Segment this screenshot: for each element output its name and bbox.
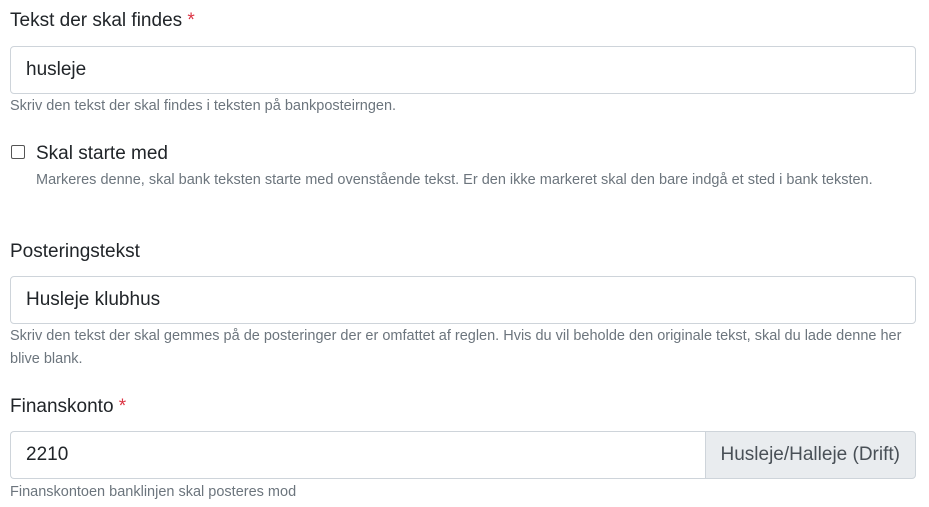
search-text-help: Skriv den tekst der skal findes i tekste…	[10, 98, 397, 114]
starts-with-label[interactable]: Skal starte med	[36, 142, 906, 166]
posting-text-help: Skriv den tekst der skal gemmes på de po…	[10, 328, 902, 367]
required-mark: *	[118, 396, 127, 417]
finance-account-help: Finanskontoen banklinjen skal posteres m…	[10, 484, 297, 500]
posting-text-input[interactable]	[10, 276, 916, 324]
finance-account-group: Finanskonto * Husleje/Halleje (Drift) Fi…	[10, 395, 916, 504]
required-mark: *	[187, 10, 195, 31]
finance-account-name: Husleje/Halleje (Drift)	[704, 431, 916, 479]
search-text-label: Tekst der skal findes *	[10, 10, 195, 31]
starts-with-help: Markeres denne, skal bank teksten starte…	[36, 172, 873, 188]
search-text-input[interactable]	[10, 46, 916, 94]
finance-account-input[interactable]	[10, 431, 705, 479]
posting-text-group: Posteringstekst Skriv den tekst der skal…	[10, 240, 916, 371]
search-text-group: Tekst der skal findes * Skriv den tekst …	[10, 9, 916, 118]
finance-account-input-group: Husleje/Halleje (Drift)	[10, 431, 916, 479]
finance-account-label: Finanskonto *	[10, 396, 127, 417]
starts-with-group: Skal starte med Markeres denne, skal ban…	[10, 142, 916, 192]
starts-with-checkbox[interactable]	[11, 145, 25, 159]
posting-text-label: Posteringstekst	[10, 241, 140, 262]
